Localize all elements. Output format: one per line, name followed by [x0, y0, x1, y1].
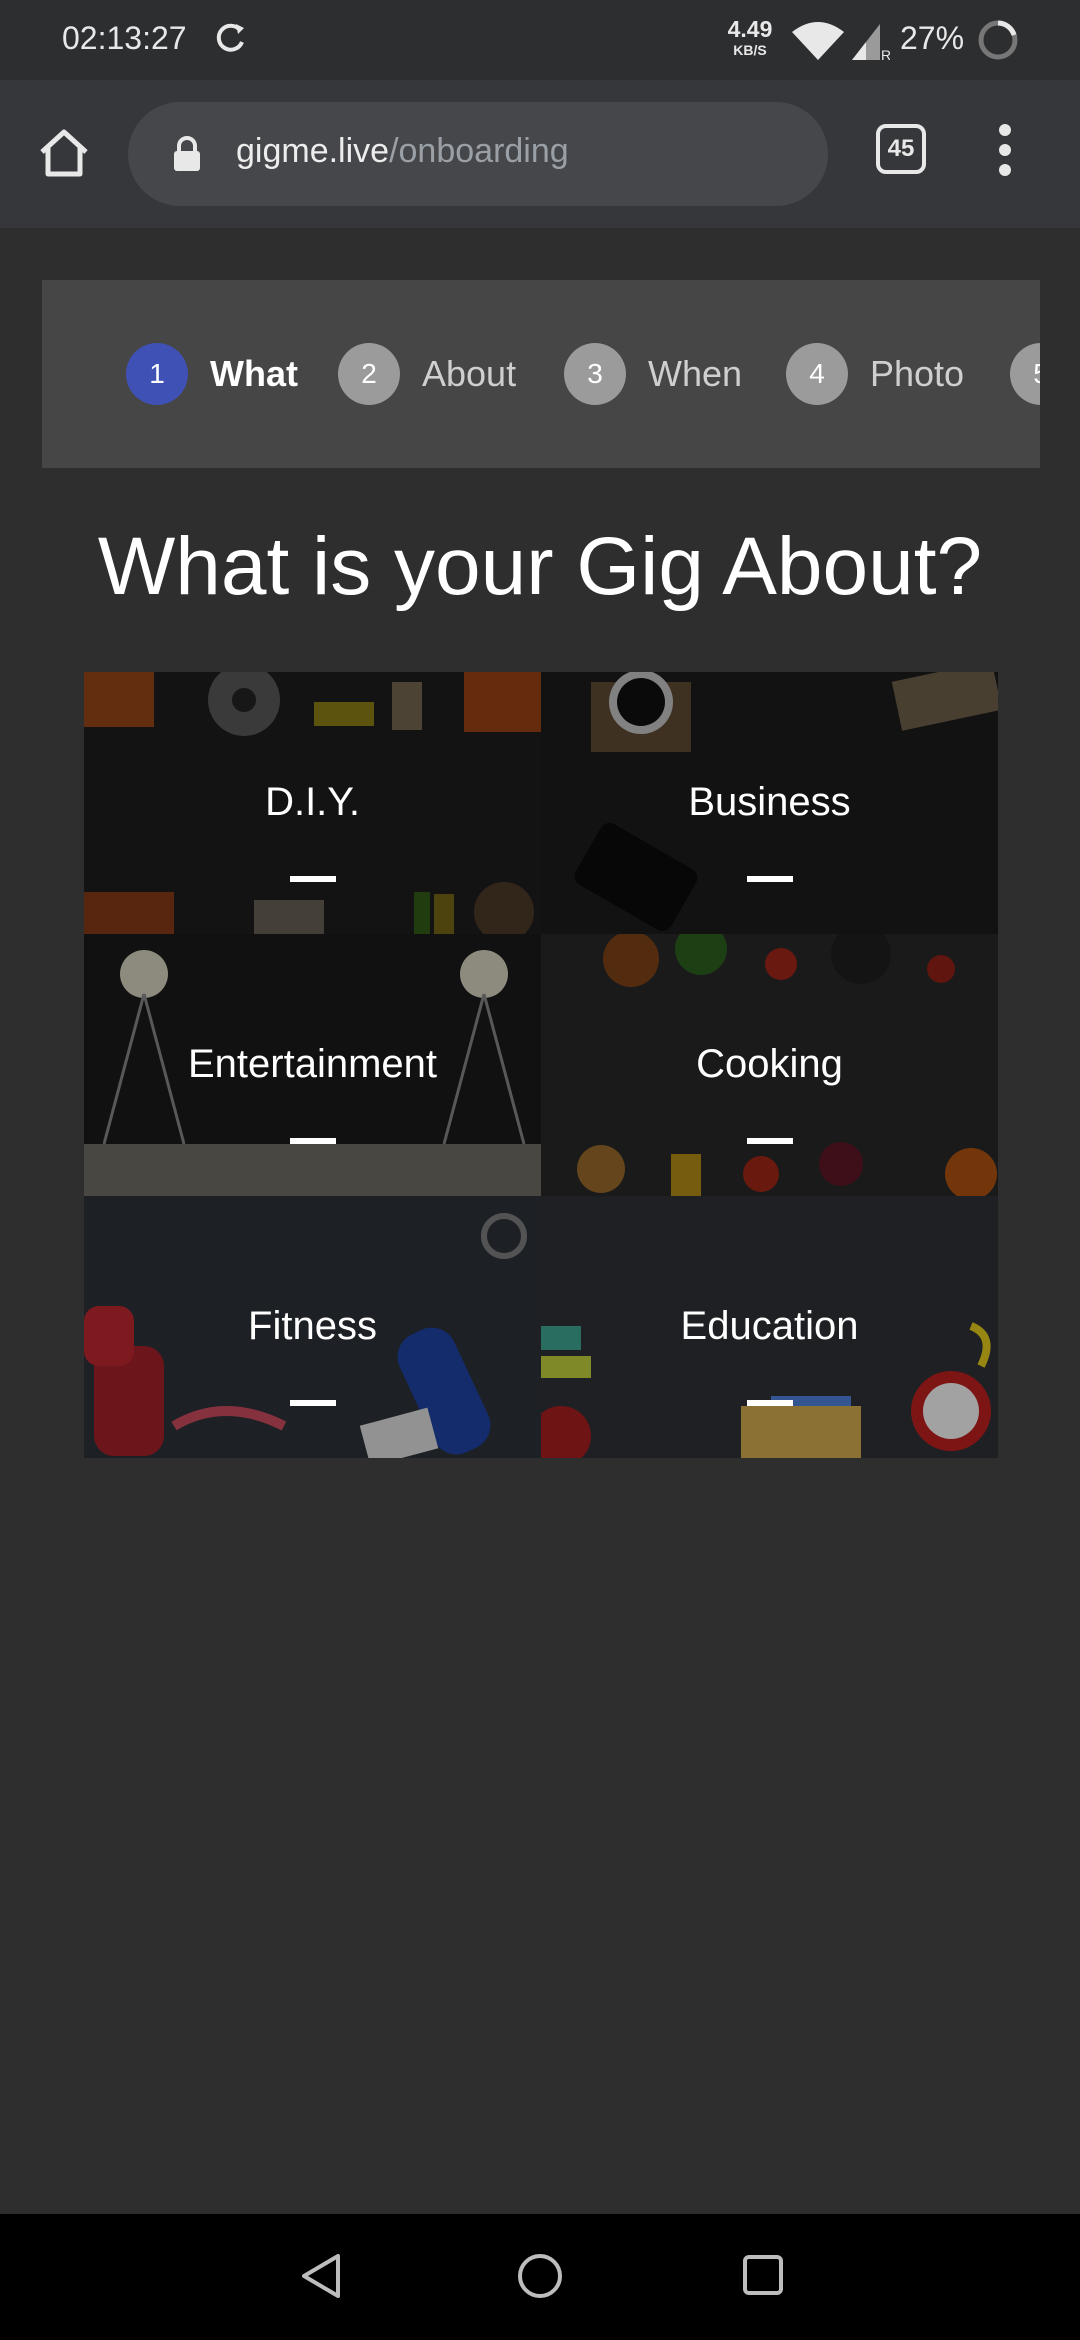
step-photo[interactable]: 4 Photo	[786, 342, 964, 406]
more-options-icon[interactable]	[990, 124, 1020, 184]
category-tile-entertainment[interactable]: Entertainment	[84, 934, 541, 1196]
home-icon[interactable]	[36, 124, 92, 180]
category-label: Business	[688, 780, 851, 824]
category-tile-business[interactable]: Business	[541, 672, 998, 934]
category-label: Entertainment	[187, 1042, 438, 1086]
step-5[interactable]: 5	[1010, 342, 1040, 406]
status-bar: 02:13:27 4.49 KB/S R 27%	[0, 0, 1080, 80]
label-underline	[746, 1138, 793, 1144]
url-text: gigme.live/onboarding	[236, 132, 569, 171]
step-what[interactable]: 1 What	[126, 342, 298, 406]
step-number: 2	[338, 343, 400, 405]
wifi-icon	[792, 22, 844, 60]
category-label: D.I.Y.	[265, 780, 360, 824]
step-number: 4	[786, 343, 848, 405]
url-path: /onboarding	[389, 132, 569, 170]
recent-apps-icon[interactable]	[742, 2254, 784, 2296]
category-tile-cooking[interactable]: Cooking	[541, 934, 998, 1196]
label-underline	[746, 876, 793, 882]
tab-switcher-button[interactable]: 45	[876, 124, 926, 174]
battery-percent: 27%	[900, 20, 965, 56]
step-number: 1	[126, 343, 188, 405]
step-label: About	[422, 353, 517, 394]
step-number: 5	[1010, 343, 1040, 405]
step-number: 3	[564, 343, 626, 405]
system-nav-bar	[0, 2214, 1080, 2340]
roaming-label: R	[881, 47, 890, 62]
step-label: What	[210, 353, 298, 394]
page-title: What is your Gig About?	[97, 521, 983, 612]
address-bar[interactable]: gigme.live/onboarding	[128, 102, 828, 206]
step-about[interactable]: 2 About	[338, 342, 516, 406]
label-underline	[746, 1400, 793, 1406]
category-label: Fitness	[248, 1304, 377, 1348]
battery-icon	[978, 20, 1018, 60]
category-tile-diy[interactable]: D.I.Y.	[84, 672, 541, 934]
step-label: When	[648, 353, 743, 394]
step-label: Photo	[870, 353, 965, 394]
category-label: Education	[680, 1304, 859, 1348]
network-speed: 4.49 KB/S	[727, 16, 773, 58]
sync-icon	[216, 23, 244, 52]
clock: 02:13:27	[62, 20, 187, 56]
label-underline	[289, 1138, 336, 1144]
home-nav-icon[interactable]	[516, 2252, 564, 2300]
browser-toolbar: gigme.live/onboarding 45	[0, 80, 1080, 228]
category-tile-fitness[interactable]: Fitness	[84, 1196, 541, 1458]
category-tile-education[interactable]: Education	[541, 1196, 998, 1458]
category-label: Cooking	[696, 1042, 843, 1086]
onboarding-stepper: 1 What 2 About 3 When 4 Photo 5	[42, 280, 1040, 468]
lock-icon	[174, 136, 200, 171]
cell-signal-icon: R	[852, 24, 890, 62]
label-underline	[289, 1400, 336, 1406]
label-underline	[289, 876, 336, 882]
back-icon[interactable]	[298, 2252, 342, 2300]
url-domain: gigme.live	[236, 132, 390, 170]
step-when[interactable]: 3 When	[564, 342, 742, 406]
